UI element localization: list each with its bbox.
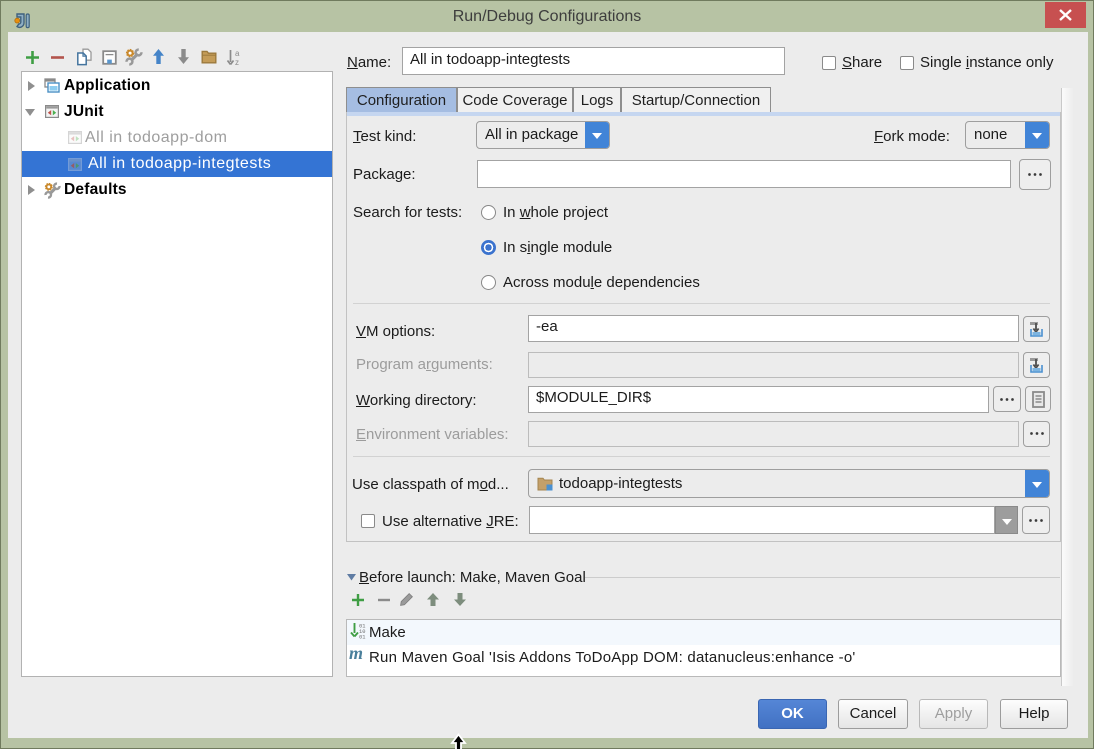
svg-text:01: 01 <box>359 635 365 641</box>
svg-text:z: z <box>235 58 239 66</box>
svg-text:a: a <box>235 49 240 58</box>
